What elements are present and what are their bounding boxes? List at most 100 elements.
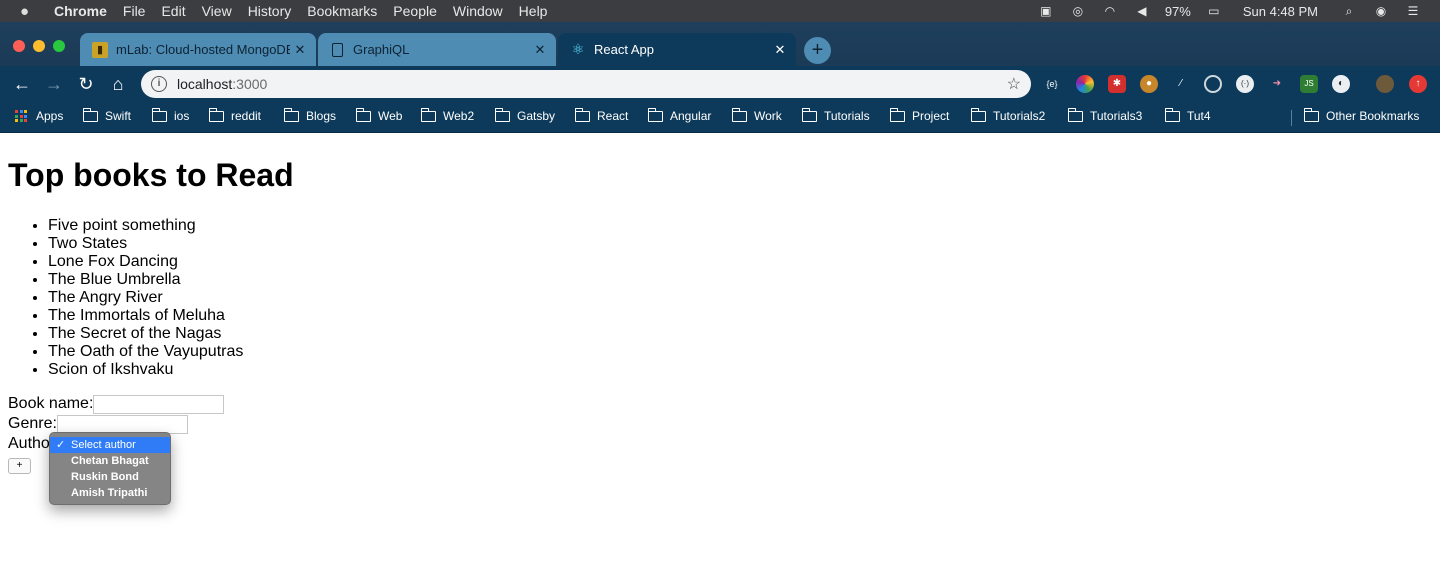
menu-file[interactable]: File: [123, 3, 146, 19]
bookmark-folder-swift[interactable]: Swift: [82, 107, 132, 123]
tab-mlab[interactable]: ▮ mLab: Cloud-hosted MongoDB ✕: [80, 33, 316, 66]
cookie-extension-icon[interactable]: ●: [1140, 75, 1158, 93]
bookmark-folder-tutorials[interactable]: Tutorials: [801, 107, 870, 123]
menu-history[interactable]: History: [248, 3, 292, 19]
bookmark-folder-project[interactable]: Project: [889, 107, 950, 123]
notification-center-icon[interactable]: ☰: [1404, 4, 1422, 18]
author-select-dropdown[interactable]: ✓ Select author Chetan Bhagat Ruskin Bon…: [49, 432, 171, 505]
siri-icon[interactable]: ◉: [1372, 4, 1390, 18]
author-option-select[interactable]: ✓ Select author: [50, 437, 170, 453]
author-option-chetan-bhagat[interactable]: Chetan Bhagat: [50, 453, 170, 469]
color-picker-extension-icon[interactable]: [1076, 75, 1094, 93]
bookmark-other-bookmarks[interactable]: Other Bookmarks: [1303, 107, 1420, 123]
author-option-amish-tripathi[interactable]: Amish Tripathi: [50, 485, 170, 501]
bookmark-folder-angular[interactable]: Angular: [647, 107, 711, 123]
address-bar[interactable]: i localhost:3000 ☆: [141, 70, 1031, 98]
volume-icon[interactable]: ◀: [1133, 4, 1151, 18]
bookmark-label: Project: [912, 109, 950, 123]
list-item: Five point something: [48, 217, 243, 235]
apple-menu-icon[interactable]: ●: [20, 3, 40, 20]
genre-row: Genre:: [8, 414, 188, 434]
tab-react-app[interactable]: ⚛ React App ✕: [558, 33, 796, 66]
home-icon[interactable]: ⌂: [106, 72, 130, 96]
bookmark-folder-blogs[interactable]: Blogs: [283, 107, 337, 123]
folder-icon: [731, 107, 747, 122]
scrum-extension-icon[interactable]: ✱: [1108, 75, 1126, 93]
creative-cloud-icon[interactable]: ◎: [1069, 4, 1087, 18]
bookmark-apps[interactable]: Apps: [15, 109, 63, 123]
minimize-window-button[interactable]: [33, 40, 45, 52]
fullscreen-window-button[interactable]: [53, 40, 65, 52]
redux-extension-icon[interactable]: ➜: [1268, 75, 1286, 93]
close-tab-icon[interactable]: ✕: [290, 42, 310, 58]
menu-edit[interactable]: Edit: [161, 3, 185, 19]
author-option-ruskin-bond[interactable]: Ruskin Bond: [50, 469, 170, 485]
back-icon[interactable]: ←: [10, 72, 34, 96]
site-info-icon[interactable]: i: [151, 76, 167, 92]
eyedropper-extension-icon[interactable]: ⁄: [1172, 75, 1190, 93]
bookmark-label: Blogs: [306, 109, 337, 123]
bookmark-label: Gatsby: [517, 109, 556, 123]
bookmark-folder-ios[interactable]: ios: [151, 107, 189, 123]
bookmark-folder-gatsby[interactable]: Gatsby: [494, 107, 556, 123]
bookmark-folder-tut4[interactable]: Tut4: [1164, 107, 1211, 123]
target-extension-icon[interactable]: [1204, 75, 1222, 93]
close-tab-icon[interactable]: ✕: [770, 42, 790, 58]
book-name-label: Book name:: [8, 395, 94, 412]
spotlight-search-icon[interactable]: ⌕: [1340, 4, 1358, 18]
tab-graphiql[interactable]: GraphiQL ✕: [318, 33, 556, 66]
book-name-input[interactable]: [93, 394, 225, 414]
bookmark-folder-web[interactable]: Web: [355, 107, 403, 123]
folder-icon: [355, 107, 371, 122]
close-tab-icon[interactable]: ✕: [530, 42, 550, 58]
menu-help[interactable]: Help: [519, 3, 548, 19]
forward-icon[interactable]: →: [42, 72, 66, 96]
new-tab-button[interactable]: +: [804, 37, 831, 64]
tab-title: GraphiQL: [353, 42, 410, 57]
bookmarks-bar: Apps Swift ios reddit Blogs Web Web2 Gat…: [0, 102, 1440, 133]
bookmark-folder-react[interactable]: React: [574, 107, 629, 123]
clock[interactable]: Sun 4:48 PM: [1243, 4, 1318, 19]
update-icon[interactable]: ↑: [1409, 75, 1427, 93]
docker-icon[interactable]: ▣: [1037, 4, 1055, 18]
genre-input[interactable]: [56, 414, 188, 434]
clock-extension-icon[interactable]: ◐: [1332, 75, 1350, 93]
battery-icon[interactable]: ▭: [1205, 4, 1223, 18]
reload-icon[interactable]: ↻: [74, 72, 98, 96]
book-name-row: Book name:: [8, 394, 225, 414]
bookmark-star-icon[interactable]: ☆: [1007, 74, 1021, 94]
bookmark-folder-tutorials2[interactable]: Tutorials2: [970, 107, 1045, 123]
nodejs-extension-icon[interactable]: JS: [1300, 75, 1318, 93]
menu-people[interactable]: People: [393, 3, 437, 19]
folder-icon: [1303, 107, 1319, 122]
url-port: :3000: [232, 76, 268, 92]
folder-icon: [889, 107, 905, 122]
bookmark-label: Swift: [105, 109, 132, 123]
folder-icon: [970, 107, 986, 122]
menu-bookmarks[interactable]: Bookmarks: [307, 3, 377, 19]
menu-window[interactable]: Window: [453, 3, 503, 19]
wifi-icon[interactable]: ◠: [1101, 4, 1119, 18]
bookmark-folder-web2[interactable]: Web2: [420, 107, 474, 123]
bookmark-label: Web: [378, 109, 403, 123]
folder-icon: [420, 107, 436, 122]
list-item: Lone Fox Dancing: [48, 253, 243, 271]
profile-avatar[interactable]: [1376, 75, 1394, 93]
folder-icon: [82, 107, 98, 122]
close-window-button[interactable]: [13, 40, 25, 52]
json-viewer-extension-icon[interactable]: {e}: [1043, 75, 1061, 93]
bookmark-label: Tutorials3: [1090, 109, 1143, 123]
bookmark-folder-work[interactable]: Work: [731, 107, 782, 123]
bookmark-label: Other Bookmarks: [1326, 109, 1420, 123]
bookmark-label: React: [597, 109, 629, 123]
add-book-button[interactable]: +: [8, 458, 31, 474]
url-host: localhost: [177, 76, 233, 92]
menu-chrome[interactable]: Chrome: [54, 3, 107, 19]
bookmark-folder-tutorials3[interactable]: Tutorials3: [1067, 107, 1143, 123]
bookmark-folder-reddit[interactable]: reddit: [208, 107, 261, 123]
menu-view[interactable]: View: [202, 3, 232, 19]
devtools-extension-icon[interactable]: (·): [1236, 75, 1254, 93]
page-content: Top books to Read Five point something T…: [0, 134, 1440, 577]
tab-title: mLab: Cloud-hosted MongoDB: [116, 42, 290, 57]
folder-icon: [574, 107, 590, 122]
